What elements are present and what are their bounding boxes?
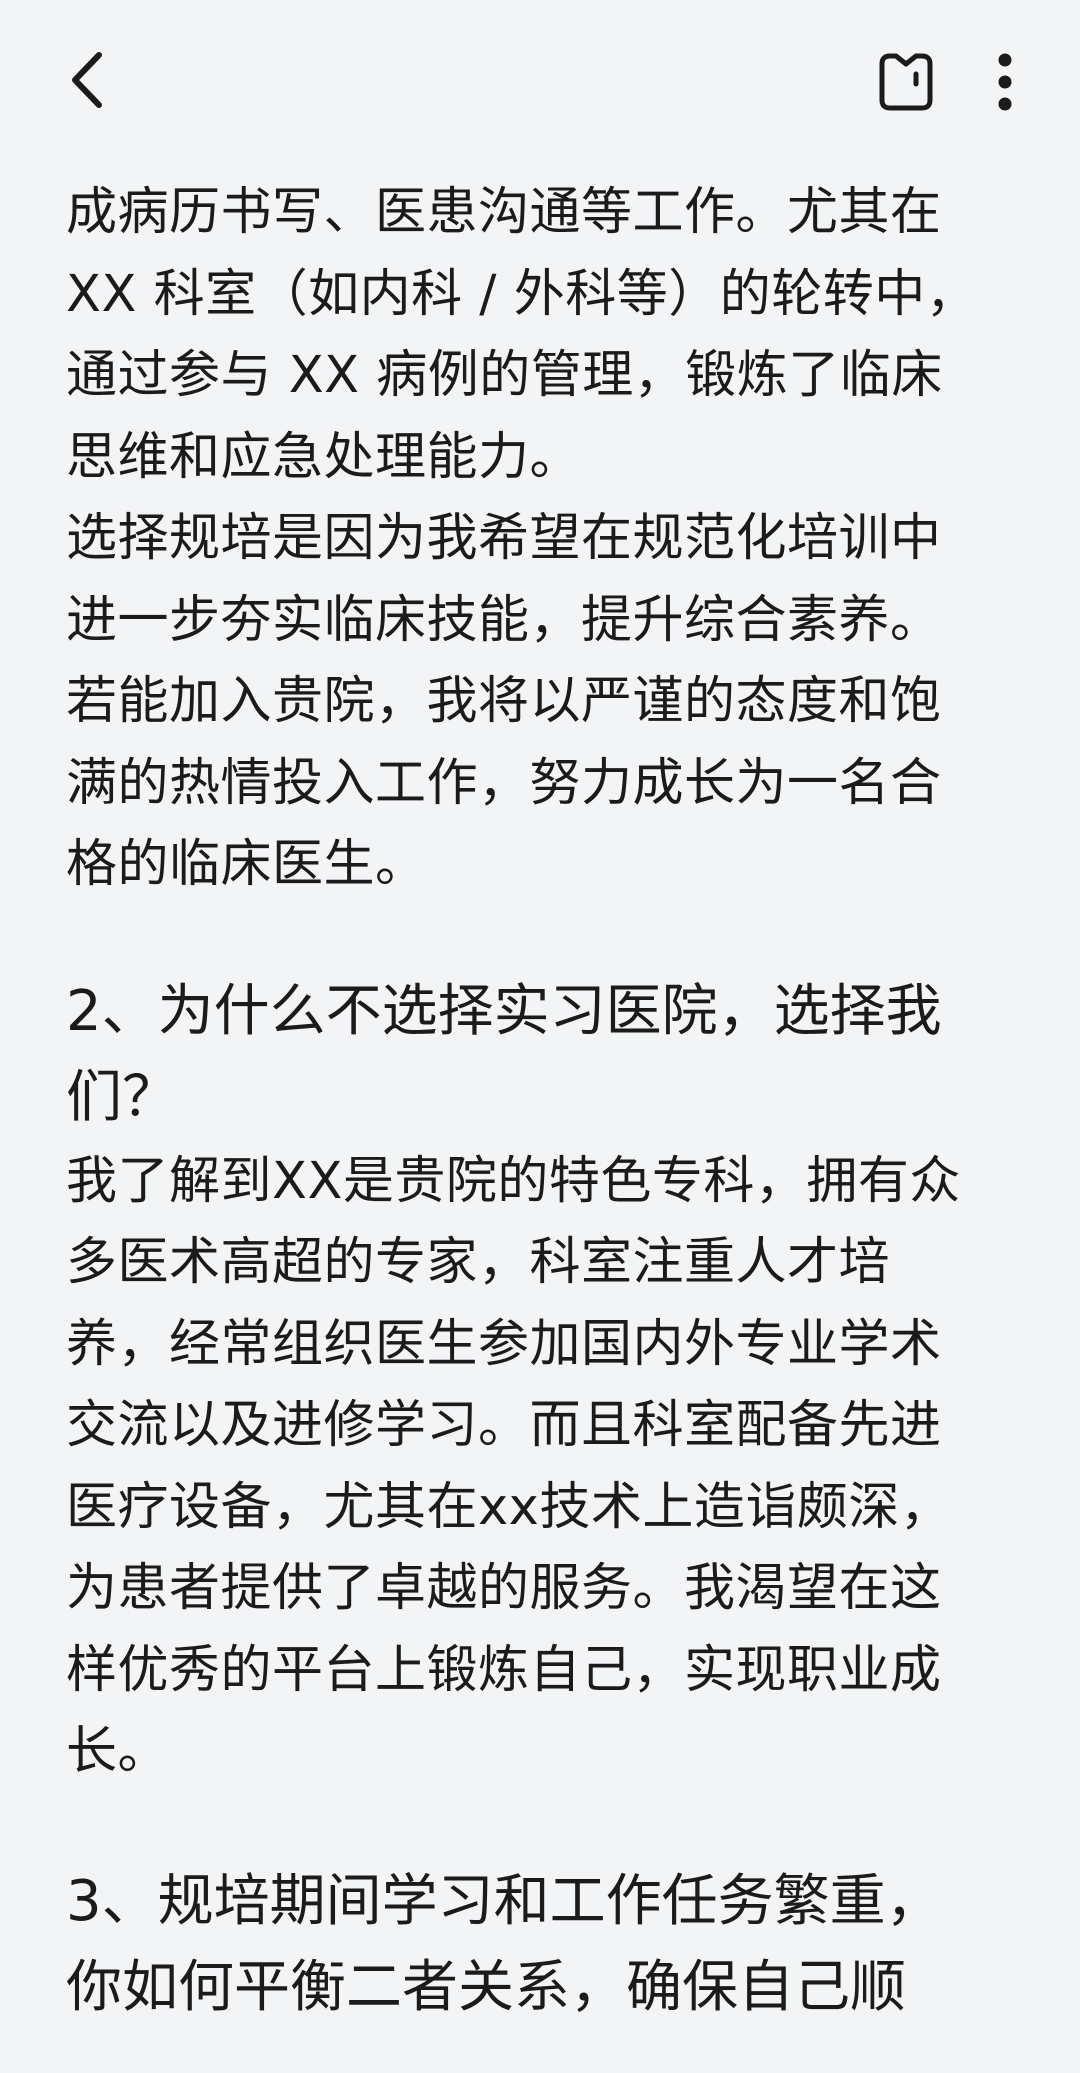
more-vertical-icon (998, 53, 1012, 111)
back-button[interactable] (52, 40, 122, 120)
question-heading: 2、为什么不选择实习医院，选择我 们？ (66, 978, 942, 1130)
chevron-left-icon (72, 52, 102, 108)
top-toolbar (0, 0, 1080, 165)
article-content: 成病历书写、医患沟通等工作。尤其在 XX 科室（如内科 / 外科等）的轮转中， … (66, 172, 1026, 2031)
save-button[interactable] (870, 42, 942, 122)
article-paragraph: 我了解到XX是贵院的特色专科，拥有众 多医术高超的专家，科室注重人才培 养，经常… (66, 1151, 961, 1782)
question-heading: 3、规培期间学习和工作任务繁重， 你如何平衡二者关系，确保自己顺 (66, 1868, 942, 2020)
bookmark-icon (879, 53, 933, 111)
more-options-button[interactable] (975, 42, 1035, 122)
article-paragraph: 选择规培是因为我希望在规范化培训中 进一步夯实临床技能，提升综合素养。 若能加入… (66, 509, 942, 894)
article-paragraph: 成病历书写、医患沟通等工作。尤其在 XX 科室（如内科 / 外科等）的轮转中， … (66, 183, 978, 487)
